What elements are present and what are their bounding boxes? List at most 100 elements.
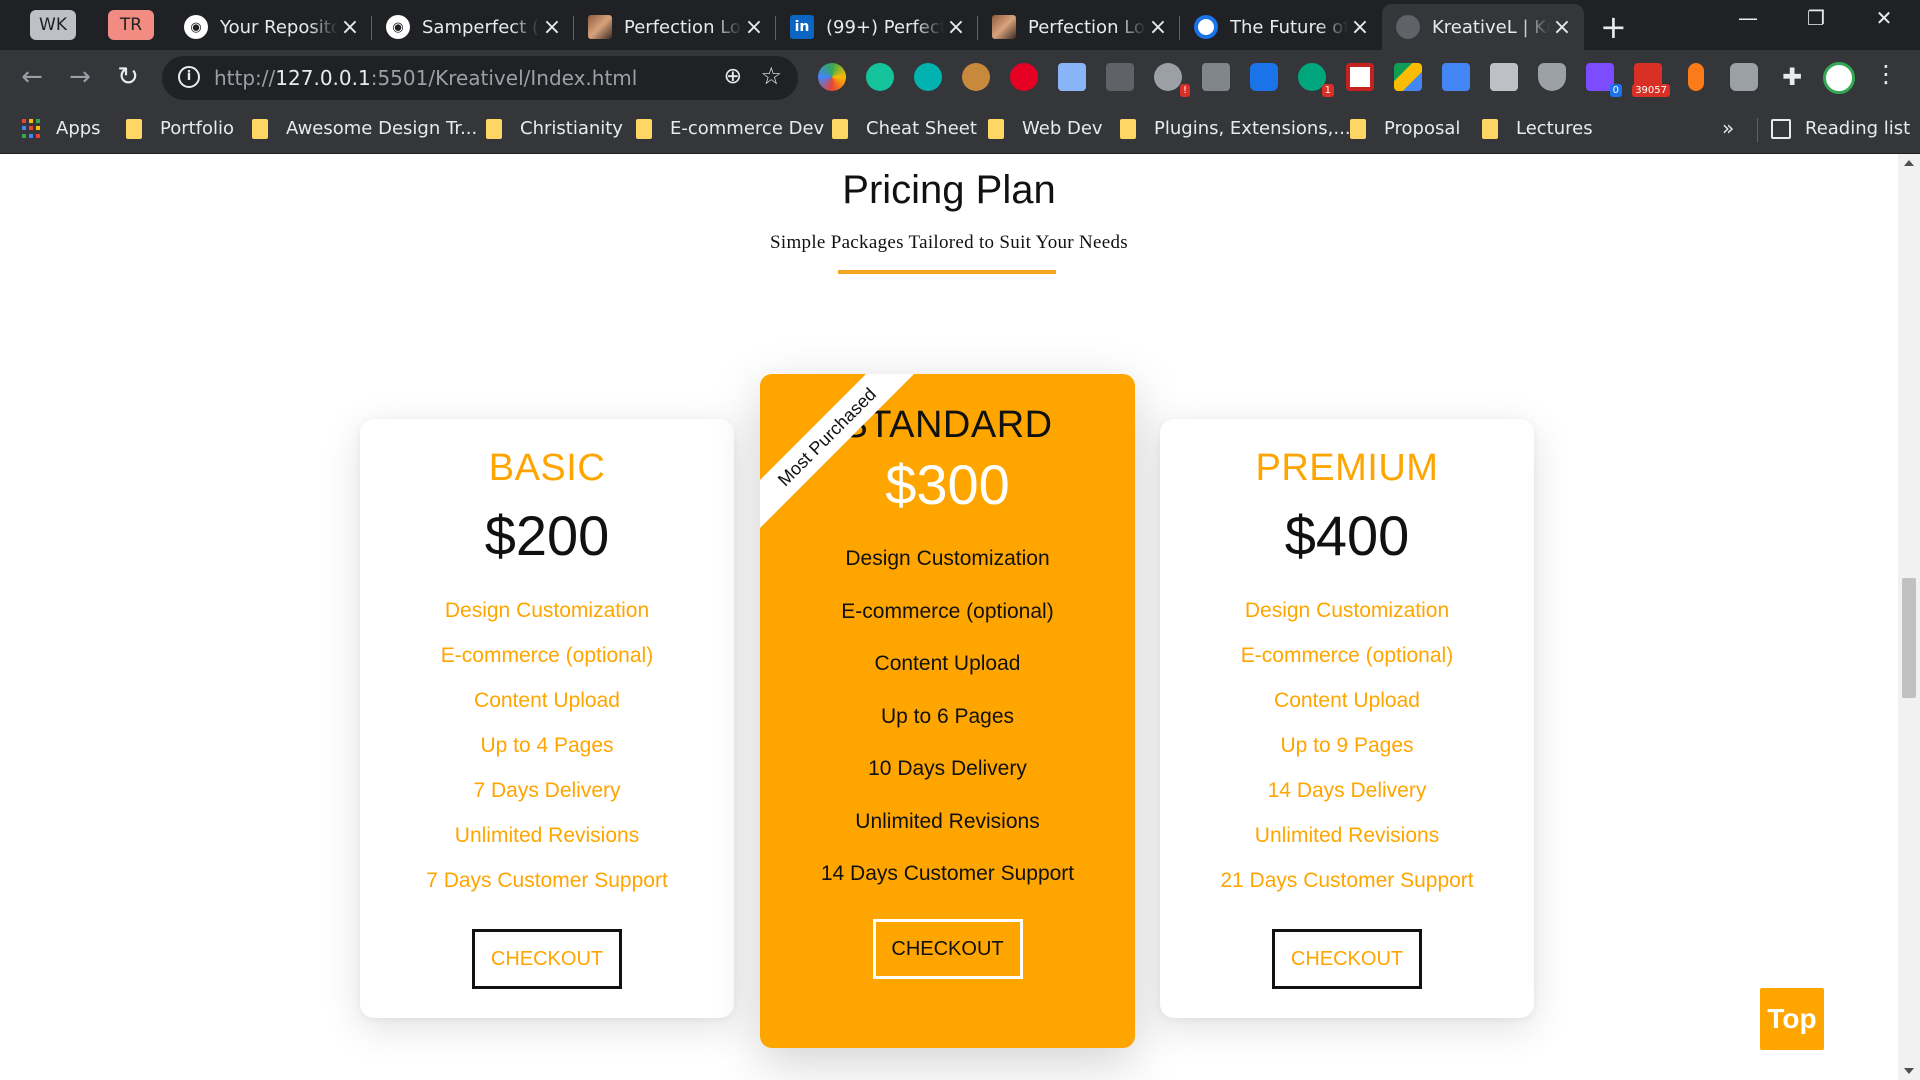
tab-samperfect[interactable]: ◉ Samperfect (Perfection) ×: [372, 4, 574, 50]
bookmark-christianity[interactable]: Christianity: [486, 118, 623, 139]
checkout-button-premium[interactable]: CHECKOUT: [1272, 929, 1422, 989]
scroll-down-arrow-icon[interactable]: [1904, 1068, 1914, 1074]
reading-list-icon: [1771, 118, 1791, 139]
extension-drop-icon[interactable]: [1688, 63, 1704, 91]
extension-clock-icon[interactable]: !: [1154, 63, 1190, 97]
tab-title: Your Repositories: [220, 16, 338, 38]
bookmark-portfolio[interactable]: Portfolio: [126, 118, 234, 139]
tab-future-of[interactable]: The Future of ×: [1180, 4, 1382, 50]
url-path: :5501/Kreativel/Index.html: [370, 66, 638, 90]
feature-item: Content Upload: [474, 689, 620, 712]
kebab-menu-icon[interactable]: ⋮: [1874, 60, 1898, 88]
bookmark-lectures[interactable]: Lectures: [1482, 118, 1593, 139]
extension-font-a-icon[interactable]: 0: [1586, 63, 1622, 97]
grammarly-icon[interactable]: [866, 63, 894, 91]
code-icon[interactable]: [1106, 63, 1134, 91]
cookie-icon[interactable]: [962, 63, 990, 91]
google-drive-icon[interactable]: [1394, 63, 1422, 91]
bookmark-star-icon[interactable]: ☆: [760, 62, 782, 90]
tab-title: The Future of: [1230, 16, 1348, 38]
reading-list-button[interactable]: Reading list: [1771, 118, 1910, 139]
profile-badge-tr[interactable]: TR: [108, 10, 154, 40]
extension-font-icon[interactable]: [1058, 63, 1086, 91]
tab-strip: WK TR ◉ Your Repositories × ◉ Samperfect…: [0, 0, 1920, 50]
feature-item: Up to 6 Pages: [880, 704, 1015, 728]
tab-perfection-loves[interactable]: Perfection Loves ×: [574, 4, 776, 50]
google-translate-icon[interactable]: [1442, 63, 1470, 91]
bookmark-awesome-design[interactable]: Awesome Design Tr...: [252, 118, 477, 139]
title-underline: [838, 270, 1056, 274]
close-icon[interactable]: ×: [1550, 15, 1574, 40]
minimize-icon[interactable]: —: [1728, 6, 1768, 30]
address-bar[interactable]: i http://127.0.0.1:5501/Kreativel/Index.…: [162, 56, 798, 100]
zoom-icon[interactable]: ⊕: [724, 64, 742, 89]
extensions-puzzle-icon[interactable]: ✚: [1778, 63, 1806, 91]
mail-icon[interactable]: 39057: [1632, 63, 1670, 97]
feature-item: Content Upload: [874, 652, 1021, 675]
folder-icon: [252, 118, 268, 139]
restore-icon[interactable]: ❐: [1796, 6, 1836, 30]
back-to-top-button[interactable]: Top: [1760, 988, 1824, 1050]
checkout-button-basic[interactable]: CHECKOUT: [472, 929, 622, 989]
camera-icon[interactable]: [1730, 63, 1758, 91]
feature-item: 7 Days Delivery: [473, 779, 621, 802]
close-icon[interactable]: ×: [1348, 15, 1372, 40]
bookmark-label: Awesome Design Tr...: [286, 118, 478, 139]
close-icon[interactable]: ×: [338, 15, 362, 40]
bookmark-web-dev[interactable]: Web Dev: [988, 118, 1103, 139]
feature-item: Unlimited Revisions: [1254, 824, 1440, 847]
forward-icon[interactable]: →: [64, 62, 96, 92]
folder-icon: [1482, 118, 1498, 139]
site-info-icon[interactable]: i: [178, 66, 200, 88]
extension-drive-icon[interactable]: [818, 63, 846, 91]
close-window-icon[interactable]: ✕: [1864, 6, 1904, 30]
profile-image-icon: [992, 15, 1016, 39]
feature-item: Unlimited Revisions: [454, 824, 640, 847]
scroll-thumb[interactable]: [1902, 578, 1916, 698]
tab-your-repositories[interactable]: ◉ Your Repositories ×: [170, 4, 372, 50]
profile-badge-wk[interactable]: WK: [30, 10, 76, 40]
close-icon[interactable]: ×: [944, 15, 968, 40]
extension-m-icon[interactable]: [914, 63, 942, 91]
folder-icon: [988, 118, 1004, 139]
profile-avatar[interactable]: [1823, 62, 1855, 94]
shield-icon[interactable]: [1538, 63, 1566, 91]
location-pin-icon[interactable]: [1250, 63, 1278, 91]
new-tab-button[interactable]: +: [1600, 8, 1627, 46]
url-text[interactable]: http://127.0.0.1:5501/Kreativel/Index.ht…: [214, 66, 637, 90]
pricing-section: Pricing Plan Simple Packages Tailored to…: [0, 154, 1898, 1080]
pinterest-icon[interactable]: [1010, 63, 1038, 91]
page-scrollbar[interactable]: [1898, 154, 1920, 1080]
tab-kreativel-active[interactable]: KreativeL | Kreative ×: [1382, 4, 1584, 50]
feature-item: Up to 4 Pages: [480, 734, 614, 757]
extension-a-icon[interactable]: 1: [1298, 63, 1334, 97]
feature-item: 7 Days Customer Support: [426, 869, 668, 892]
bookmark-apps[interactable]: Apps: [22, 118, 101, 139]
feature-item: Design Customization: [845, 547, 1050, 570]
back-icon[interactable]: ←: [16, 62, 48, 92]
bookmark-proposal[interactable]: Proposal: [1350, 118, 1460, 139]
bookmark-label: Lectures: [1516, 118, 1593, 139]
plan-price: $200: [484, 504, 610, 567]
tab-perfection-loves-2[interactable]: Perfection Loves ×: [978, 4, 1180, 50]
tab-linkedin[interactable]: in (99+) Perfection ×: [776, 4, 978, 50]
close-icon[interactable]: ×: [1146, 15, 1170, 40]
profile-image-icon: [588, 15, 612, 39]
reload-icon[interactable]: ↻: [112, 62, 144, 92]
feature-list: Design Customization E-commerce (optiona…: [1160, 588, 1534, 903]
checkout-button-standard[interactable]: CHECKOUT: [872, 918, 1023, 979]
bookmark-plugins[interactable]: Plugins, Extensions,...: [1120, 118, 1351, 139]
mail-count-badge: 39057: [1632, 84, 1670, 97]
close-icon[interactable]: ×: [540, 15, 564, 40]
extension-t-icon[interactable]: [1202, 63, 1230, 91]
scroll-up-arrow-icon[interactable]: [1904, 160, 1914, 166]
bookmark-ecommerce-dev[interactable]: E-commerce Dev: [636, 118, 824, 139]
pricing-card-basic: BASIC $200 Design Customization E-commer…: [360, 419, 734, 1018]
bookmark-label: Web Dev: [1022, 118, 1103, 139]
bookmark-cheat-sheet[interactable]: Cheat Sheet: [832, 118, 977, 139]
pocket-icon[interactable]: [1346, 63, 1374, 91]
extension-window-icon[interactable]: [1490, 63, 1518, 91]
bookmark-label: E-commerce Dev: [670, 118, 825, 139]
close-icon[interactable]: ×: [742, 15, 766, 40]
bookmarks-overflow-icon[interactable]: »: [1722, 116, 1734, 140]
